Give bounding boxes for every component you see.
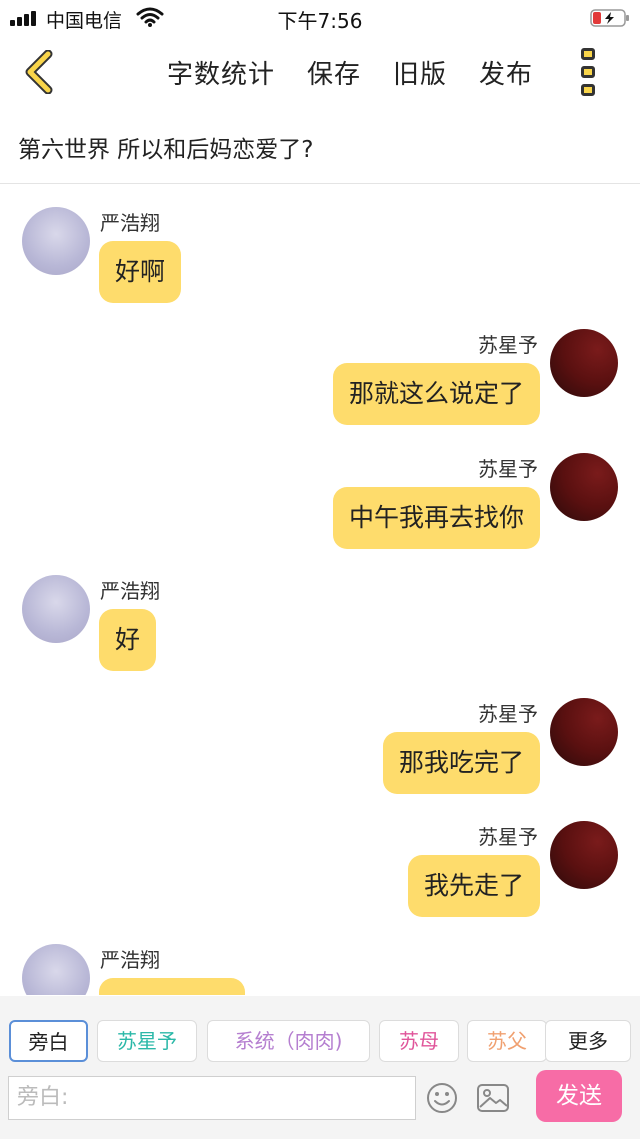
speaker-name: 严浩翔 [100, 948, 160, 972]
avatar-right[interactable] [550, 698, 618, 766]
role-chip-label: 更多 [568, 1029, 608, 1053]
send-button[interactable]: 发送 [536, 1070, 622, 1122]
image-icon[interactable] [476, 1082, 510, 1114]
speaker-name: 苏星予 [478, 457, 538, 481]
message-bubble[interactable]: 中午我再去找你 [332, 487, 540, 549]
composer-bar: 旁白 苏星予 系统（肉肉) 苏母 苏父 更多 旁白: 发送 [0, 996, 640, 1139]
message-bubble[interactable]: 那我吃完了 [382, 732, 540, 794]
chat-area[interactable]: 严浩翔 好啊 苏星予 那就这么说定了 苏星予 中午我再去找你 严浩翔 好 苏星予… [0, 185, 640, 995]
role-chip-su-father[interactable]: 苏父 [467, 1020, 547, 1062]
back-chevron-icon[interactable] [20, 50, 60, 94]
save-button[interactable]: 保存 [307, 54, 361, 91]
avatar-right[interactable] [550, 329, 618, 397]
role-chip-narration[interactable]: 旁白 [9, 1020, 88, 1062]
battery-icon [590, 9, 629, 27]
message-bubble[interactable] [99, 978, 245, 995]
status-bar: 中国电信 下午7:56 [0, 0, 640, 36]
message-bubble[interactable]: 好啊 [99, 241, 182, 303]
role-chip-label: 苏母 [399, 1029, 439, 1053]
message-input[interactable]: 旁白: [8, 1076, 416, 1120]
chapter-title: 第六世界 所以和后妈恋爱了? [18, 137, 314, 163]
avatar-right[interactable] [550, 453, 618, 521]
status-time: 下午7:56 [277, 9, 363, 33]
role-chip-label: 苏父 [487, 1029, 527, 1053]
divider [0, 183, 640, 184]
role-chip-su-xingyu[interactable]: 苏星予 [97, 1020, 197, 1062]
emoji-icon[interactable] [426, 1082, 458, 1114]
message-bubble[interactable]: 好 [99, 609, 157, 671]
publish-button[interactable]: 发布 [479, 54, 533, 91]
word-count-button[interactable]: 字数统计 [167, 54, 275, 91]
speaker-name: 严浩翔 [100, 211, 160, 235]
role-chip-su-mother[interactable]: 苏母 [379, 1020, 459, 1062]
more-menu-icon[interactable] [578, 48, 600, 98]
old-version-button[interactable]: 旧版 [393, 54, 447, 91]
role-chip-label: 系统（肉肉) [234, 1029, 343, 1053]
avatar-right[interactable] [550, 821, 618, 889]
role-chip-more[interactable]: 更多 [545, 1020, 631, 1062]
speaker-name: 严浩翔 [100, 579, 160, 603]
avatar-left[interactable] [22, 575, 90, 643]
top-nav: 字数统计 保存 旧版 发布 [0, 40, 640, 106]
avatar-left[interactable] [22, 207, 90, 275]
role-chip-label: 苏星予 [117, 1029, 177, 1053]
avatar-left[interactable] [22, 944, 90, 995]
speaker-name: 苏星予 [478, 702, 538, 726]
role-chip-system[interactable]: 系统（肉肉) [207, 1020, 370, 1062]
speaker-name: 苏星予 [478, 825, 538, 849]
role-chip-label: 旁白 [28, 1030, 69, 1054]
speaker-name: 苏星予 [478, 333, 538, 357]
message-bubble[interactable]: 那就这么说定了 [332, 363, 540, 425]
message-bubble[interactable]: 我先走了 [407, 855, 540, 917]
